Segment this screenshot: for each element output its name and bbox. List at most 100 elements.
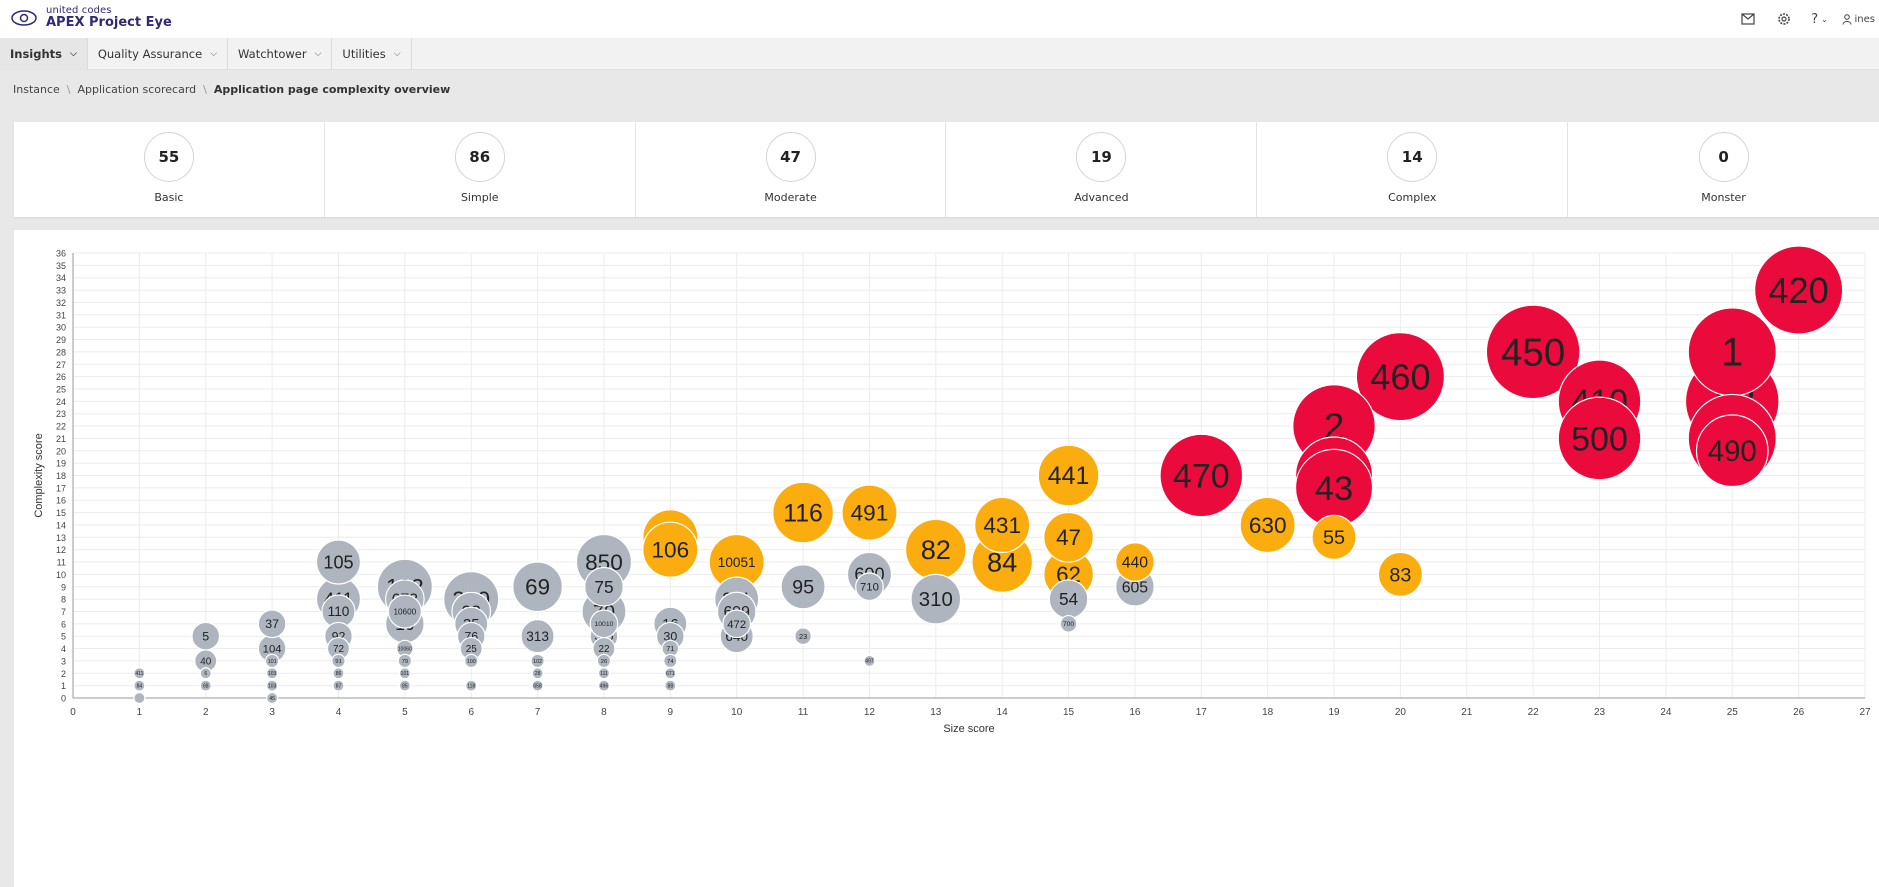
nav-tab-utilities[interactable]: Utilities ⌵ — [332, 38, 412, 70]
bubble-label: 85 — [402, 683, 408, 689]
bubble-label: 700 — [1063, 621, 1075, 628]
y-tick-label: 14 — [56, 520, 66, 530]
chevron-down-icon: ⌵ — [210, 49, 218, 59]
bubble-label: 25 — [466, 644, 477, 655]
y-tick-label: 24 — [56, 397, 66, 407]
chevron-down-icon: ⌵ — [314, 49, 322, 59]
bubble-label: 10010 — [595, 621, 614, 628]
bubble-label: 71 — [666, 644, 674, 653]
mail-icon[interactable] — [1730, 0, 1766, 38]
bubble-label: 431 — [983, 513, 1021, 538]
bubble-label: 91 — [335, 659, 342, 665]
x-tick-label: 17 — [1196, 707, 1208, 718]
chevron-down-icon: ⌄ — [1821, 14, 1828, 24]
bubble-label: 441 — [1048, 462, 1090, 490]
stat-label: Basic — [154, 191, 184, 204]
stat-basic: 55 Basic — [14, 122, 325, 217]
x-tick-label: 2 — [203, 707, 209, 718]
x-tick-label: 11 — [798, 707, 809, 718]
y-tick-label: 6 — [61, 619, 66, 629]
bubble-label: 40 — [200, 656, 211, 667]
breadcrumb-separator: \ — [66, 83, 71, 96]
bubble-label: 101 — [401, 671, 410, 677]
y-tick-label: 36 — [56, 249, 66, 259]
y-tick-label: 25 — [56, 384, 66, 394]
x-tick-label: 10 — [731, 707, 743, 718]
y-tick-label: 27 — [56, 360, 66, 370]
bubble-label: 111 — [600, 671, 608, 677]
x-tick-label: 7 — [535, 707, 541, 718]
bubble-label: 69 — [525, 575, 550, 600]
bubble-label: 5 — [202, 630, 209, 644]
x-tick-label: 27 — [1859, 707, 1871, 718]
y-tick-label: 22 — [56, 422, 66, 432]
stat-value: 0 — [1698, 132, 1749, 182]
stat-simple: 86 Simple — [325, 122, 636, 217]
stat-value: 19 — [1076, 132, 1127, 182]
bubble-label: 411 — [135, 671, 143, 677]
x-tick-label: 14 — [997, 707, 1009, 718]
bubble-label: 95 — [792, 577, 814, 599]
gear-icon[interactable] — [1766, 0, 1802, 38]
bubble-label: 496 — [600, 683, 609, 689]
bubble-label: 710 — [860, 582, 879, 594]
bubble-label: 100 — [467, 659, 476, 665]
bubble-label: 491 — [851, 501, 889, 526]
bubble-point — [133, 691, 146, 705]
x-tick-label: 24 — [1660, 707, 1672, 718]
y-tick-label: 28 — [56, 347, 66, 357]
x-tick-label: 21 — [1461, 707, 1473, 718]
y-tick-label: 4 — [61, 644, 66, 654]
bubble-label: 82 — [921, 534, 951, 565]
y-tick-label: 19 — [56, 459, 66, 469]
x-tick-label: 15 — [1063, 707, 1075, 718]
y-tick-label: 10 — [56, 570, 66, 580]
breadcrumb-instance[interactable]: Instance — [13, 83, 60, 96]
x-tick-label: 19 — [1328, 707, 1340, 718]
bubble-label: 23 — [799, 632, 807, 641]
y-tick-label: 31 — [56, 310, 66, 320]
x-tick-label: 18 — [1262, 707, 1274, 718]
x-tick-label: 25 — [1727, 707, 1739, 718]
help-icon[interactable]: ? ⌄ — [1802, 0, 1838, 38]
header-actions: ? ⌄ ines — [1730, 0, 1879, 38]
top-header: united codes APEX Project Eye ? ⌄ ines — [0, 0, 1879, 38]
bubble-label: 102 — [533, 659, 542, 665]
y-tick-label: 18 — [56, 471, 66, 481]
chevron-down-icon: ⌵ — [393, 49, 401, 59]
y-tick-label: 17 — [56, 483, 66, 493]
bubble-label: 22 — [598, 644, 609, 655]
stat-complex: 14 Complex — [1257, 122, 1569, 217]
user-name: ines — [1854, 13, 1875, 25]
breadcrumb-application-scorecard[interactable]: Application scorecard — [78, 83, 197, 96]
x-axis-title: Size score — [943, 723, 994, 735]
nav-tab-quality-assurance[interactable]: Quality Assurance ⌵ — [88, 38, 229, 70]
bubble-label: 658 — [533, 683, 542, 689]
app-title[interactable]: APEX Project Eye — [46, 15, 172, 30]
stat-label: Monster — [1701, 191, 1746, 204]
y-tick-label: 13 — [56, 533, 66, 543]
nav-tab-watchtower[interactable]: Watchtower ⌵ — [228, 38, 333, 70]
x-tick-label: 0 — [70, 707, 76, 718]
stat-value: 47 — [765, 132, 816, 182]
x-tick-label: 23 — [1594, 707, 1606, 718]
complexity-summary: 55 Basic 86 Simple 47 Moderate 19 Advanc… — [14, 122, 1879, 217]
bubble-label: 101 — [268, 659, 277, 665]
bubble-label: 43 — [1315, 470, 1353, 508]
nav-tab-insights[interactable]: Insights ⌵ — [0, 38, 88, 70]
y-tick-label: 32 — [56, 298, 66, 308]
stat-value: 14 — [1387, 132, 1438, 182]
bubble-label: 103 — [268, 683, 277, 689]
stat-label: Simple — [460, 191, 499, 204]
x-tick-label: 26 — [1793, 707, 1805, 718]
bubble-label: 450 — [1501, 331, 1565, 374]
bubble-label: 472 — [727, 619, 746, 631]
eye-logo-icon — [11, 10, 37, 26]
bubble-label: 79 — [402, 659, 409, 665]
y-tick-label: 21 — [56, 434, 66, 444]
x-tick-label: 1 — [137, 707, 143, 718]
user-menu[interactable]: ines — [1838, 0, 1879, 38]
bubble-label: 1 — [1721, 331, 1743, 375]
x-tick-label: 9 — [668, 707, 674, 718]
bubble-label: 103 — [268, 671, 277, 677]
